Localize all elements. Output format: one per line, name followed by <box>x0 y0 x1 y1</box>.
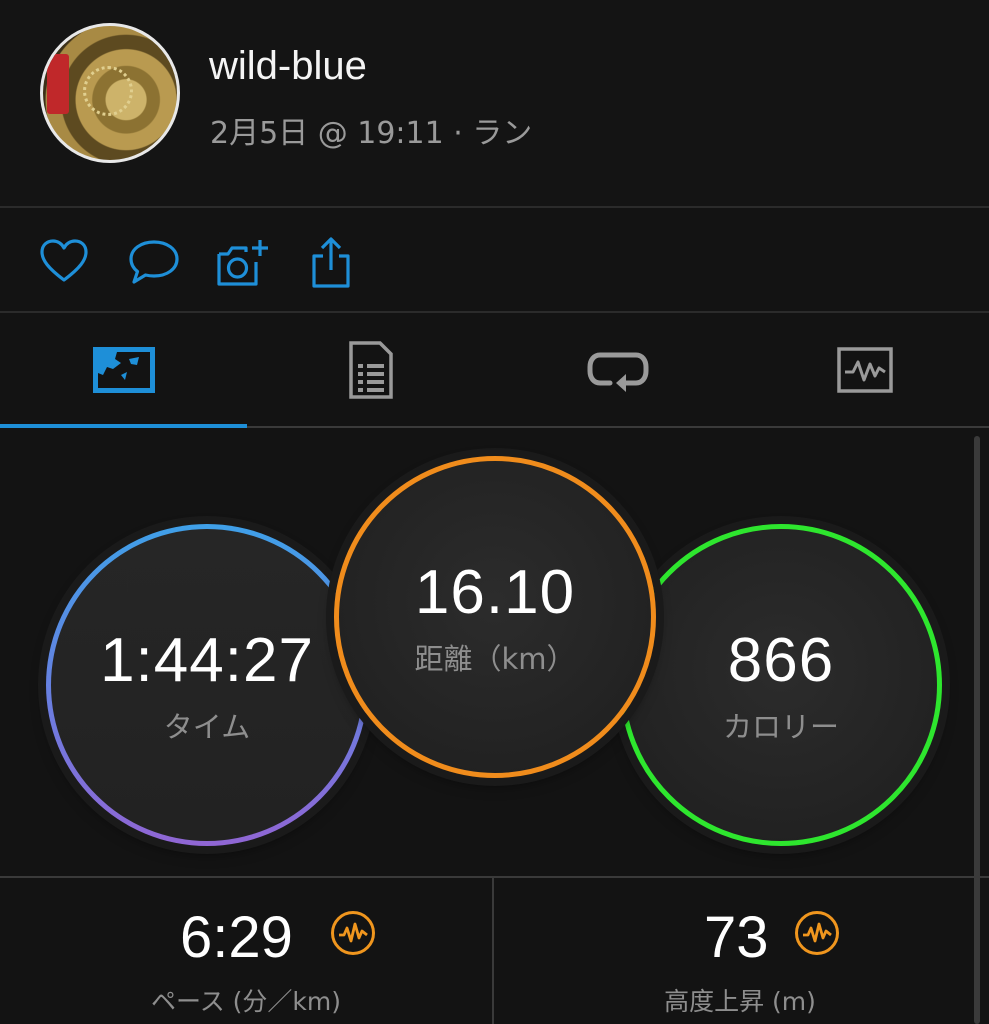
pace-stat: 6:29 ペース (分／km) <box>0 880 492 1024</box>
active-tab-indicator <box>0 424 247 428</box>
tab-stats[interactable] <box>247 313 494 427</box>
overview-map-icon <box>92 347 155 393</box>
add-photo-icon <box>217 240 268 286</box>
time-value: 1:44:27 <box>100 625 314 695</box>
charts-icon <box>836 347 893 393</box>
like-button[interactable] <box>38 236 90 288</box>
activity-meta: 2月5日 @ 19:11 · ラン <box>210 116 533 151</box>
elevation-stat: 73 高度上昇 (m) <box>494 880 986 1024</box>
stats-divider <box>0 876 989 878</box>
pace-chart-badge-icon[interactable] <box>330 910 376 956</box>
calories-label: カロリー <box>722 709 839 744</box>
tab-overview[interactable] <box>0 313 247 427</box>
avatar-medal-detail <box>83 66 133 116</box>
distance-value: 16.10 <box>414 557 576 627</box>
comment-icon <box>129 240 179 284</box>
tab-laps[interactable] <box>494 313 741 427</box>
calories-value: 866 <box>727 625 835 695</box>
heart-icon <box>40 239 88 282</box>
tab-underline <box>247 426 989 428</box>
add-photo-button[interactable] <box>214 236 272 288</box>
activity-tabs <box>0 313 989 427</box>
pace-value: 6:29 <box>180 905 293 970</box>
comment-button[interactable] <box>126 236 182 288</box>
activity-header: wild-blue 2月5日 @ 19:11 · ラン <box>0 0 989 206</box>
share-icon <box>312 237 350 288</box>
elevation-chart-badge-icon[interactable] <box>794 910 840 956</box>
avatar-medal-ribbon <box>47 54 69 114</box>
share-button[interactable] <box>306 236 358 288</box>
pace-label: ペース (分／km) <box>150 987 342 1016</box>
elevation-label: 高度上昇 (m) <box>664 987 816 1016</box>
username[interactable]: wild-blue <box>209 44 367 89</box>
time-circle: 1:44:27 タイム <box>46 524 368 846</box>
calories-circle: 866 カロリー <box>620 524 942 846</box>
action-bar <box>0 208 989 312</box>
distance-label: 距離（km） <box>414 641 576 676</box>
laps-icon <box>587 352 648 392</box>
stats-list-icon <box>348 341 393 399</box>
tab-charts[interactable] <box>741 313 988 427</box>
avatar[interactable] <box>40 23 180 163</box>
distance-circle: 16.10 距離（km） <box>334 456 656 778</box>
elevation-value: 73 <box>704 905 769 970</box>
time-label: タイム <box>163 709 251 744</box>
